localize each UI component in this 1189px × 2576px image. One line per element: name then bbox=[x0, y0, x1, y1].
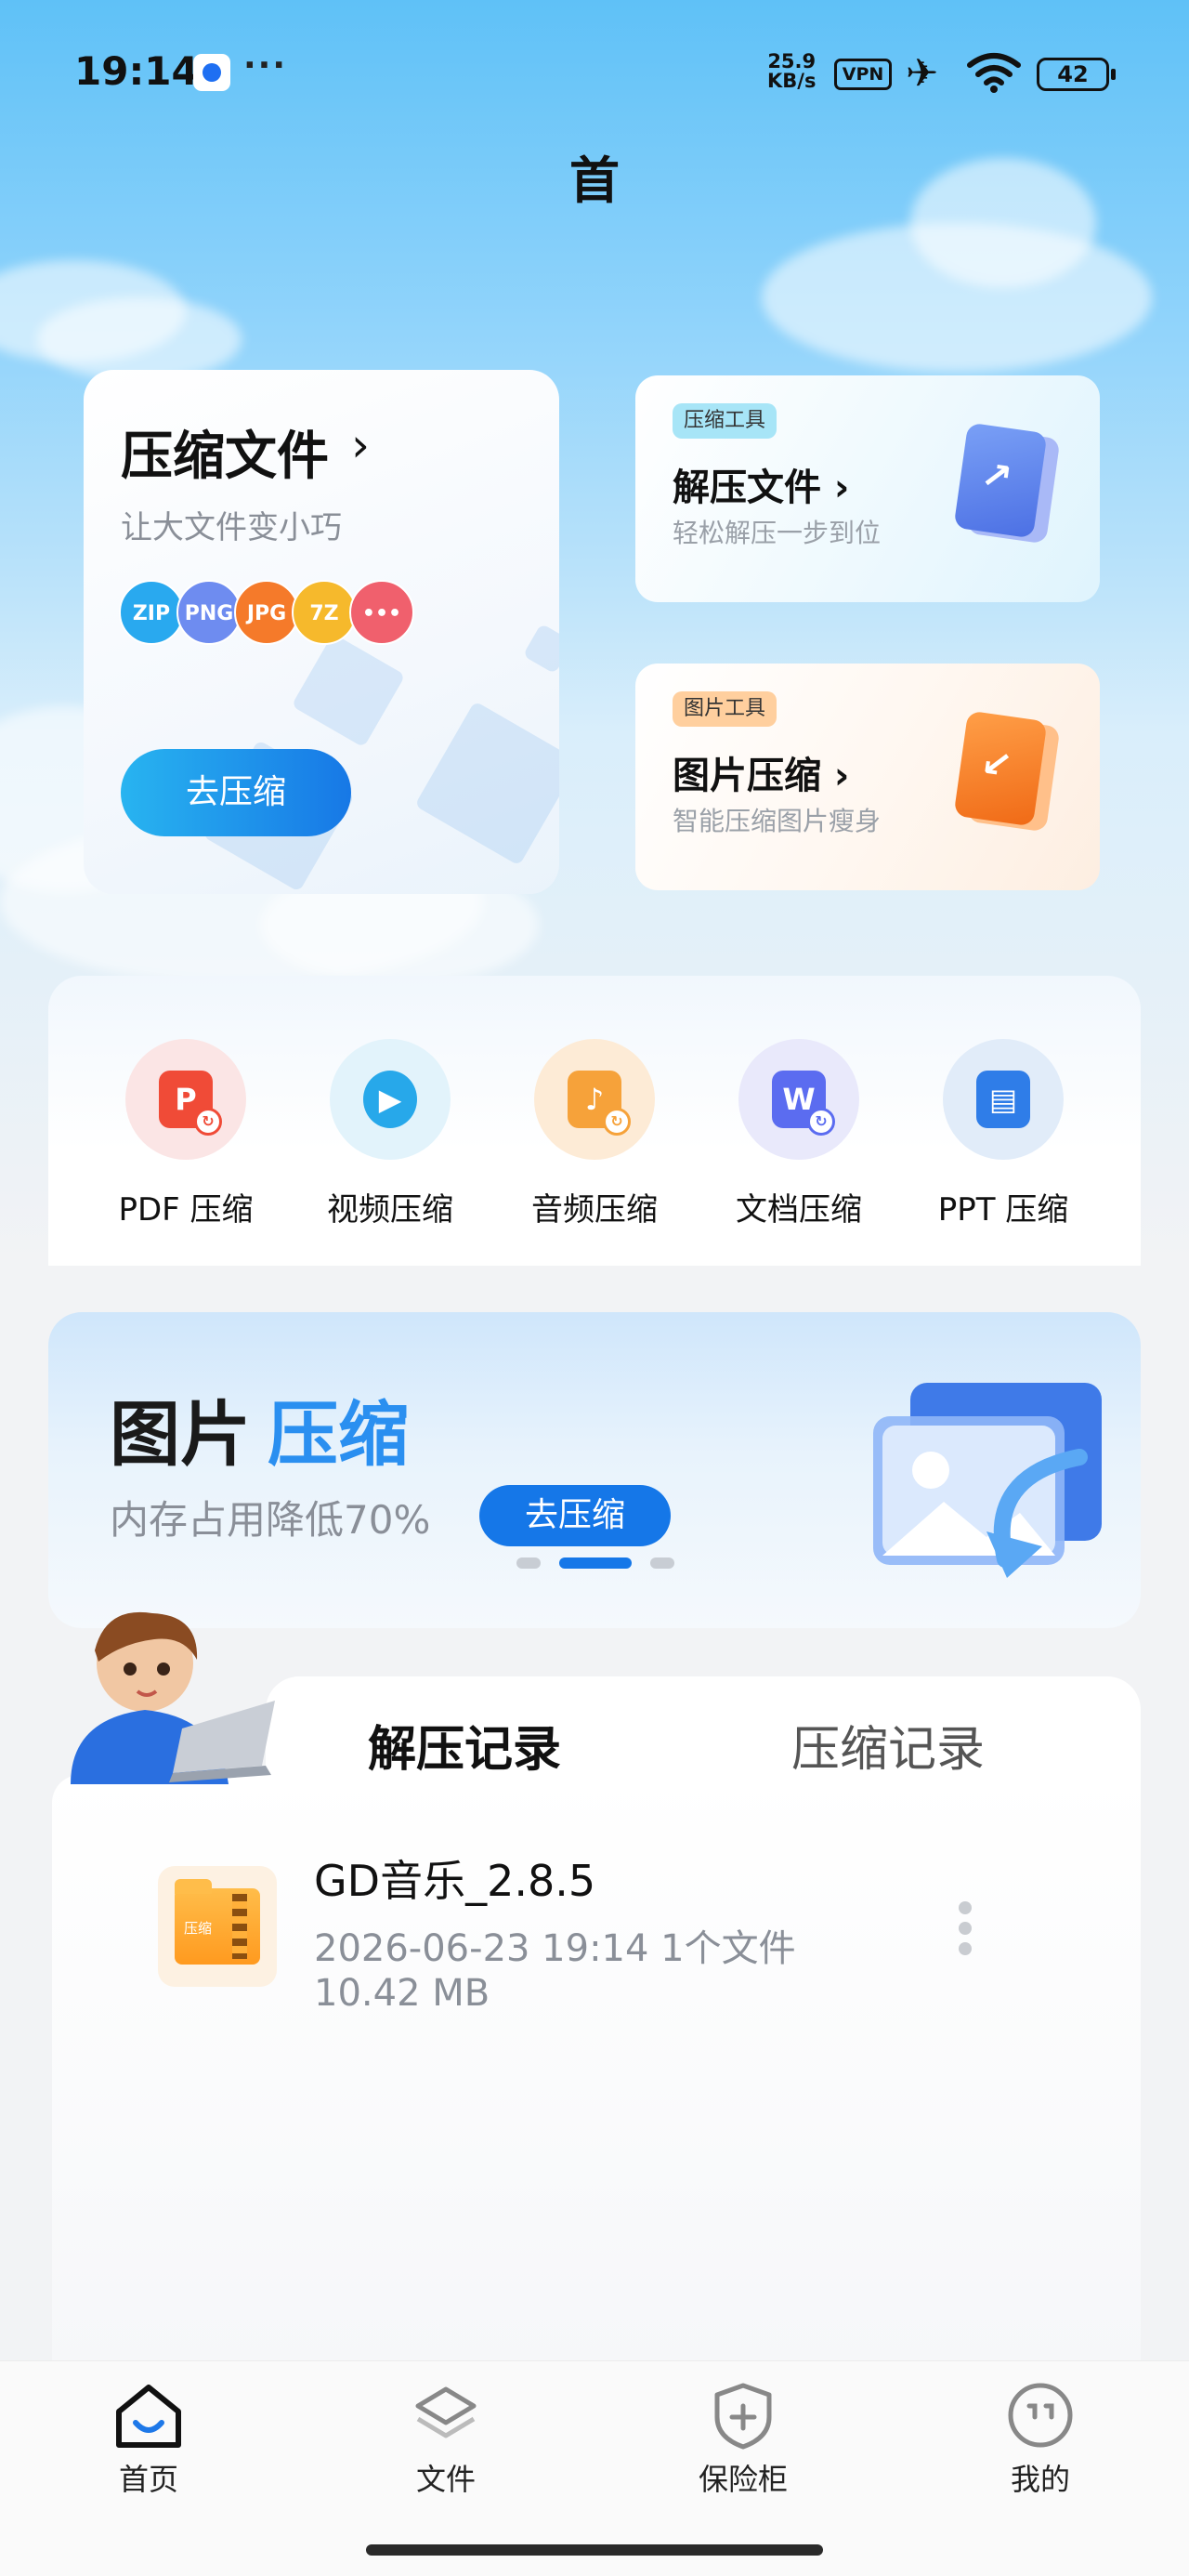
banner-title-part2: 压缩 bbox=[268, 1393, 409, 1476]
file-meta: 2026-06-23 19:14 1个文件 bbox=[314, 1927, 796, 1970]
nav-files[interactable]: 文件 bbox=[353, 2380, 539, 2499]
nav-profile[interactable]: 我的 bbox=[947, 2380, 1133, 2499]
compress-file-card[interactable]: 压缩文件 › 让大文件变小巧 ZIP PNG JPG 7Z ••• 去压缩 bbox=[84, 370, 559, 894]
image-compress-card[interactable]: 图片工具 图片压缩 › 智能压缩图片瘦身 ↙ bbox=[635, 664, 1100, 890]
category-document[interactable]: W ↻ 文档压缩 bbox=[706, 1039, 892, 1229]
audio-icon: ♪ ↻ bbox=[534, 1039, 655, 1160]
nav-vault[interactable]: 保险柜 bbox=[650, 2380, 836, 2499]
battery-icon: 42 bbox=[1037, 58, 1116, 91]
ppt-icon: ▤ bbox=[943, 1039, 1064, 1160]
archive-folder-icon: 压缩 bbox=[158, 1866, 277, 1987]
tab-unzip-records[interactable]: 解压记录 bbox=[368, 1710, 561, 1780]
category-video[interactable]: ▶ 视频压缩 bbox=[297, 1039, 483, 1229]
category-row: P ↻ PDF 压缩 ▶ 视频压缩 ♪ ↻ 音频压缩 W ↻ 文档压缩 ▤ PPT 压… bbox=[48, 976, 1141, 1266]
layers-icon bbox=[415, 2386, 477, 2438]
category-pdf[interactable]: P ↻ PDF 压缩 bbox=[93, 1039, 279, 1229]
vpn-icon: VPN bbox=[834, 59, 892, 90]
network-speed: 25.9 KB/s bbox=[767, 50, 817, 92]
unzip-file-card[interactable]: 压缩工具 解压文件 › 轻松解压一步到位 ↗ bbox=[635, 375, 1100, 602]
tab-compress-records[interactable]: 压缩记录 bbox=[791, 1710, 985, 1780]
format-badge-png: PNG bbox=[176, 580, 242, 645]
chevron-right-icon: › bbox=[351, 418, 370, 472]
tool-tag: 压缩工具 bbox=[673, 403, 777, 439]
image-picture-icon bbox=[873, 1383, 1102, 1578]
status-bar: 19:14 ··· 25.9 KB/s VPN ✈ 42 bbox=[0, 0, 1189, 149]
nav-home[interactable]: 首页 bbox=[56, 2380, 242, 2499]
banner-title-part1: 图片 bbox=[110, 1393, 251, 1476]
category-ppt[interactable]: ▤ PPT 压缩 bbox=[910, 1039, 1096, 1229]
image-compress-card-subtitle: 智能压缩图片瘦身 bbox=[673, 806, 882, 836]
unzip-icon: ↗ bbox=[953, 422, 1061, 546]
status-time: 19:14 bbox=[74, 48, 199, 94]
profile-icon bbox=[1008, 2383, 1073, 2448]
compress-card-title: 压缩文件 bbox=[121, 427, 329, 487]
shield-icon bbox=[714, 2383, 772, 2450]
file-size: 10.42 MB bbox=[314, 1972, 490, 2015]
wifi-icon bbox=[967, 53, 1021, 93]
airplane-icon: ✈ bbox=[906, 50, 939, 96]
format-badge-7z: 7Z bbox=[292, 580, 357, 645]
compress-card-subtitle: 让大文件变小巧 bbox=[121, 509, 342, 546]
list-item[interactable]: 压缩 GD音乐_2.8.5 2026-06-23 19:14 1个文件 10.4… bbox=[106, 1840, 1035, 2015]
image-compress-banner[interactable]: 图片 压缩 内存占用降低70% 去压缩 bbox=[48, 1312, 1141, 1628]
home-icon bbox=[116, 2385, 181, 2448]
category-audio[interactable]: ♪ ↻ 音频压缩 bbox=[502, 1039, 687, 1229]
more-options-icon[interactable] bbox=[959, 1901, 977, 1963]
tool-tag: 图片工具 bbox=[673, 691, 777, 727]
unzip-card-title: 解压文件 › bbox=[673, 467, 850, 509]
banner-subtitle: 内存占用降低70% bbox=[110, 1497, 431, 1543]
home-indicator[interactable] bbox=[366, 2544, 823, 2556]
document-icon: W ↻ bbox=[738, 1039, 859, 1160]
more-notifications-icon: ··· bbox=[243, 46, 288, 85]
pdf-icon: P ↻ bbox=[125, 1039, 246, 1160]
format-badge-jpg: JPG bbox=[234, 580, 299, 645]
page-title: 首 bbox=[569, 151, 620, 210]
video-icon: ▶ bbox=[330, 1039, 451, 1160]
mascot-illustration bbox=[71, 1611, 275, 1784]
file-name: GD音乐_2.8.5 bbox=[314, 1856, 596, 1906]
unzip-card-subtitle: 轻松解压一步到位 bbox=[673, 518, 882, 548]
format-badge-more: ••• bbox=[349, 580, 414, 645]
format-badge-zip: ZIP bbox=[119, 580, 184, 645]
app-notification-icon bbox=[193, 54, 230, 91]
banner-go-compress-button[interactable]: 去压缩 bbox=[479, 1485, 671, 1546]
image-compress-card-title: 图片压缩 › bbox=[673, 755, 850, 797]
go-compress-button[interactable]: 去压缩 bbox=[121, 749, 351, 836]
image-compress-icon: ↙ bbox=[953, 710, 1061, 835]
